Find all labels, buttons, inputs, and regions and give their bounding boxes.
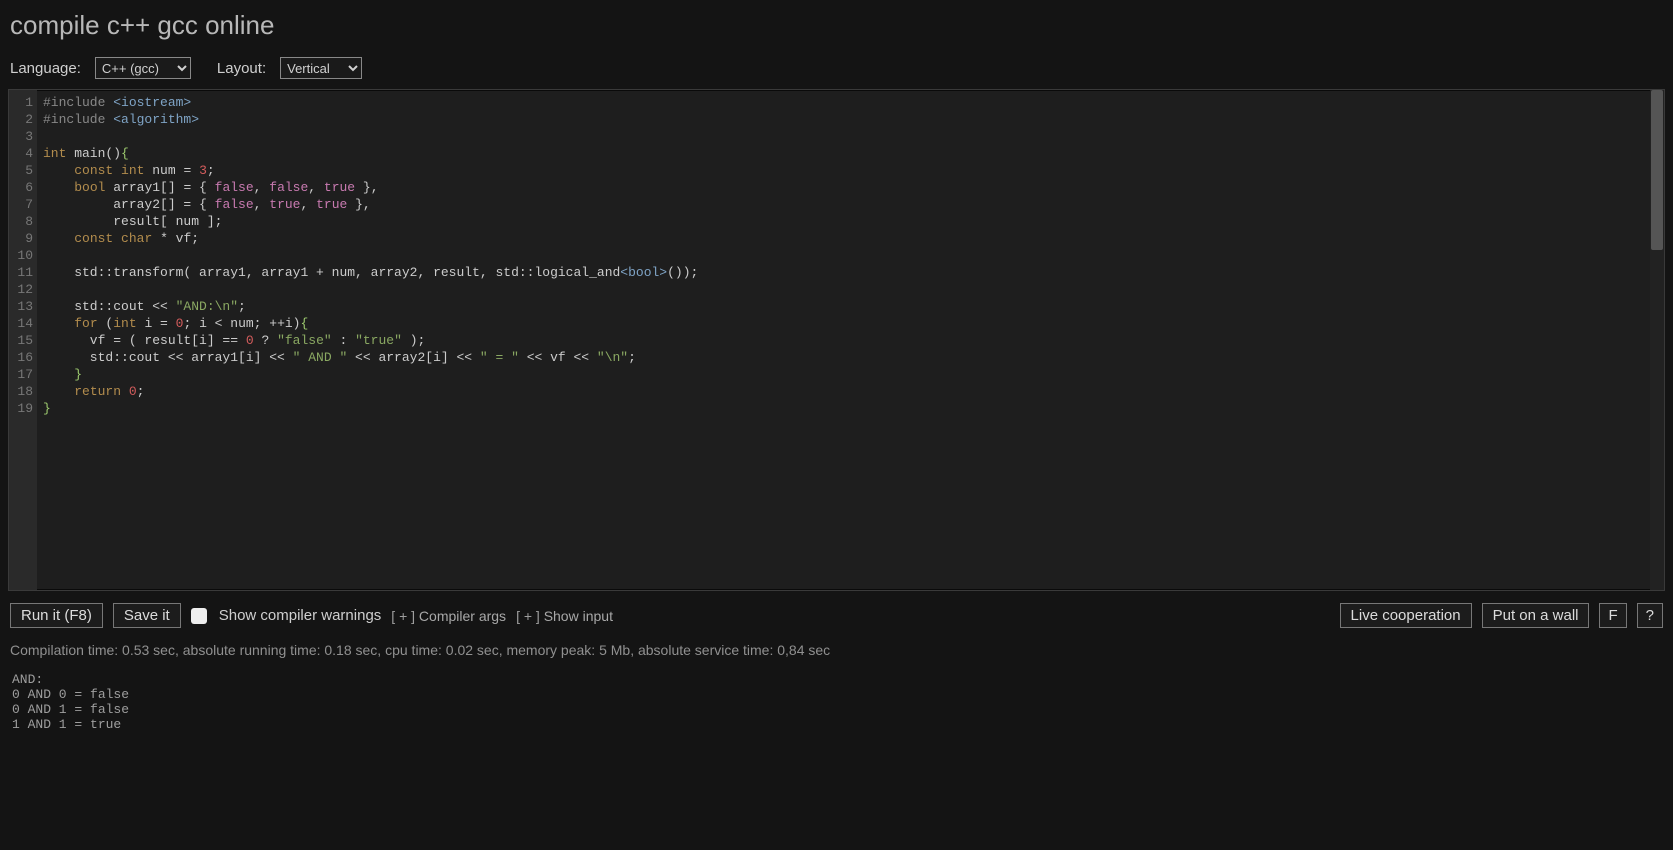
stats-line: Compilation time: 0.53 sec, absolute run… bbox=[0, 634, 1673, 658]
compiler-args-toggle[interactable]: [ + ] Compiler args bbox=[391, 608, 506, 624]
editor-scrollbar[interactable] bbox=[1650, 90, 1664, 590]
toolbar: Run it (F8) Save it Show compiler warnin… bbox=[0, 591, 1673, 634]
layout-select[interactable]: Vertical bbox=[280, 57, 362, 79]
editor-scrollbar-thumb[interactable] bbox=[1651, 90, 1663, 250]
put-on-wall-button[interactable]: Put on a wall bbox=[1482, 603, 1590, 628]
controls-row: Language: C++ (gcc) Layout: Vertical bbox=[0, 47, 1673, 89]
show-warnings-label: Show compiler warnings bbox=[219, 607, 382, 624]
fullscreen-button[interactable]: F bbox=[1599, 603, 1626, 628]
show-input-toggle[interactable]: [ + ] Show input bbox=[516, 608, 613, 624]
live-cooperation-button[interactable]: Live cooperation bbox=[1340, 603, 1472, 628]
language-label: Language: bbox=[10, 60, 81, 77]
run-button[interactable]: Run it (F8) bbox=[10, 603, 103, 628]
editor-code[interactable]: #include <iostream>#include <algorithm>i… bbox=[37, 90, 1664, 590]
show-warnings-checkbox[interactable] bbox=[191, 608, 207, 624]
editor-gutter: 12345678910111213141516171819 bbox=[9, 90, 37, 590]
save-button[interactable]: Save it bbox=[113, 603, 181, 628]
program-output: AND: 0 AND 0 = false 0 AND 1 = false 1 A… bbox=[0, 658, 1673, 742]
language-select[interactable]: C++ (gcc) bbox=[95, 57, 191, 79]
page-title: compile c++ gcc online bbox=[0, 0, 1673, 47]
help-button[interactable]: ? bbox=[1637, 603, 1663, 628]
layout-label: Layout: bbox=[217, 60, 266, 77]
code-editor[interactable]: 12345678910111213141516171819 #include <… bbox=[8, 89, 1665, 591]
